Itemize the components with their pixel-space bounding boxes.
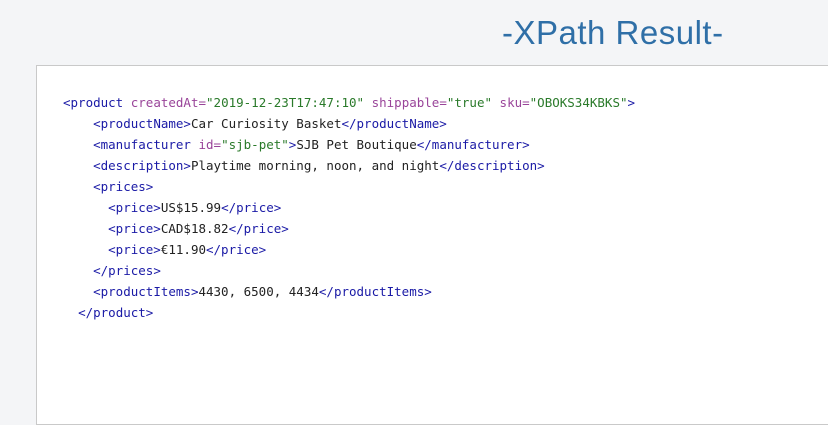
xml-tag: <productName> (93, 116, 191, 131)
xml-text: US$15.99 (160, 200, 222, 215)
xml-attr-value: "true" (446, 95, 493, 110)
xml-tag: </price> (221, 200, 282, 215)
xml-line-price: <price>CAD$18.82</price> (63, 218, 635, 239)
xml-result: <product createdAt="2019-12-23T17:47:10"… (63, 92, 635, 323)
xml-tag: <manufacturer (93, 137, 191, 152)
xml-line-prices-close: </prices> (63, 260, 635, 281)
xml-line-product-close: </product> (63, 302, 635, 323)
xml-tag: </product> (78, 305, 154, 320)
xml-tag: > (627, 95, 636, 110)
xml-line-product-items: <productItems>4430, 6500, 4434</productI… (63, 281, 635, 302)
xml-line-product-open: <product createdAt="2019-12-23T17:47:10"… (63, 92, 635, 113)
xml-attr-name: shippable= (364, 95, 447, 110)
xml-text: SJB Pet Boutique (296, 137, 417, 152)
xml-text: Playtime morning, noon, and night (190, 158, 440, 173)
xml-line-product-name: <productName>Car Curiosity Basket</produ… (63, 113, 635, 134)
xml-attr-value: "sjb-pet" (221, 137, 289, 152)
xml-tag: </price> (206, 242, 267, 257)
xml-attr-value: "2019-12-23T17:47:10" (206, 95, 365, 110)
xml-attr-name: id= (190, 137, 222, 152)
xml-attr-name: sku= (492, 95, 530, 110)
xml-tag: </manufacturer> (416, 137, 530, 152)
xml-tag: <description> (93, 158, 191, 173)
xml-line-price: <price>US$15.99</price> (63, 197, 635, 218)
xml-tag: </prices> (93, 263, 161, 278)
xml-text: €11.90 (160, 242, 206, 257)
xml-line-price: <price>€11.90</price> (63, 239, 635, 260)
xml-line-description: <description>Playtime morning, noon, and… (63, 155, 635, 176)
xml-text: 4430, 6500, 4434 (198, 284, 319, 299)
xml-tag: </description> (439, 158, 545, 173)
xml-text: Car Curiosity Basket (190, 116, 342, 131)
xml-attr-name: createdAt= (123, 95, 207, 110)
xml-tag: <price> (108, 221, 161, 236)
page-title: -XPath Result- (502, 14, 724, 51)
xml-tag: </productName> (341, 116, 447, 131)
xml-line-manufacturer: <manufacturer id="sjb-pet">SJB Pet Bouti… (63, 134, 635, 155)
xml-tag: <price> (108, 200, 161, 215)
xml-tag: <price> (108, 242, 161, 257)
xml-tag: </price> (228, 221, 289, 236)
xml-tag: <prices> (93, 179, 154, 194)
xml-text: CAD$18.82 (160, 221, 229, 236)
xml-attr-value: "OBOKS34KBKS" (529, 95, 628, 110)
xml-tag: <productItems> (93, 284, 199, 299)
xml-tag: </productItems> (318, 284, 432, 299)
xml-tag: <product (63, 95, 124, 110)
xml-line-prices-open: <prices> (63, 176, 635, 197)
